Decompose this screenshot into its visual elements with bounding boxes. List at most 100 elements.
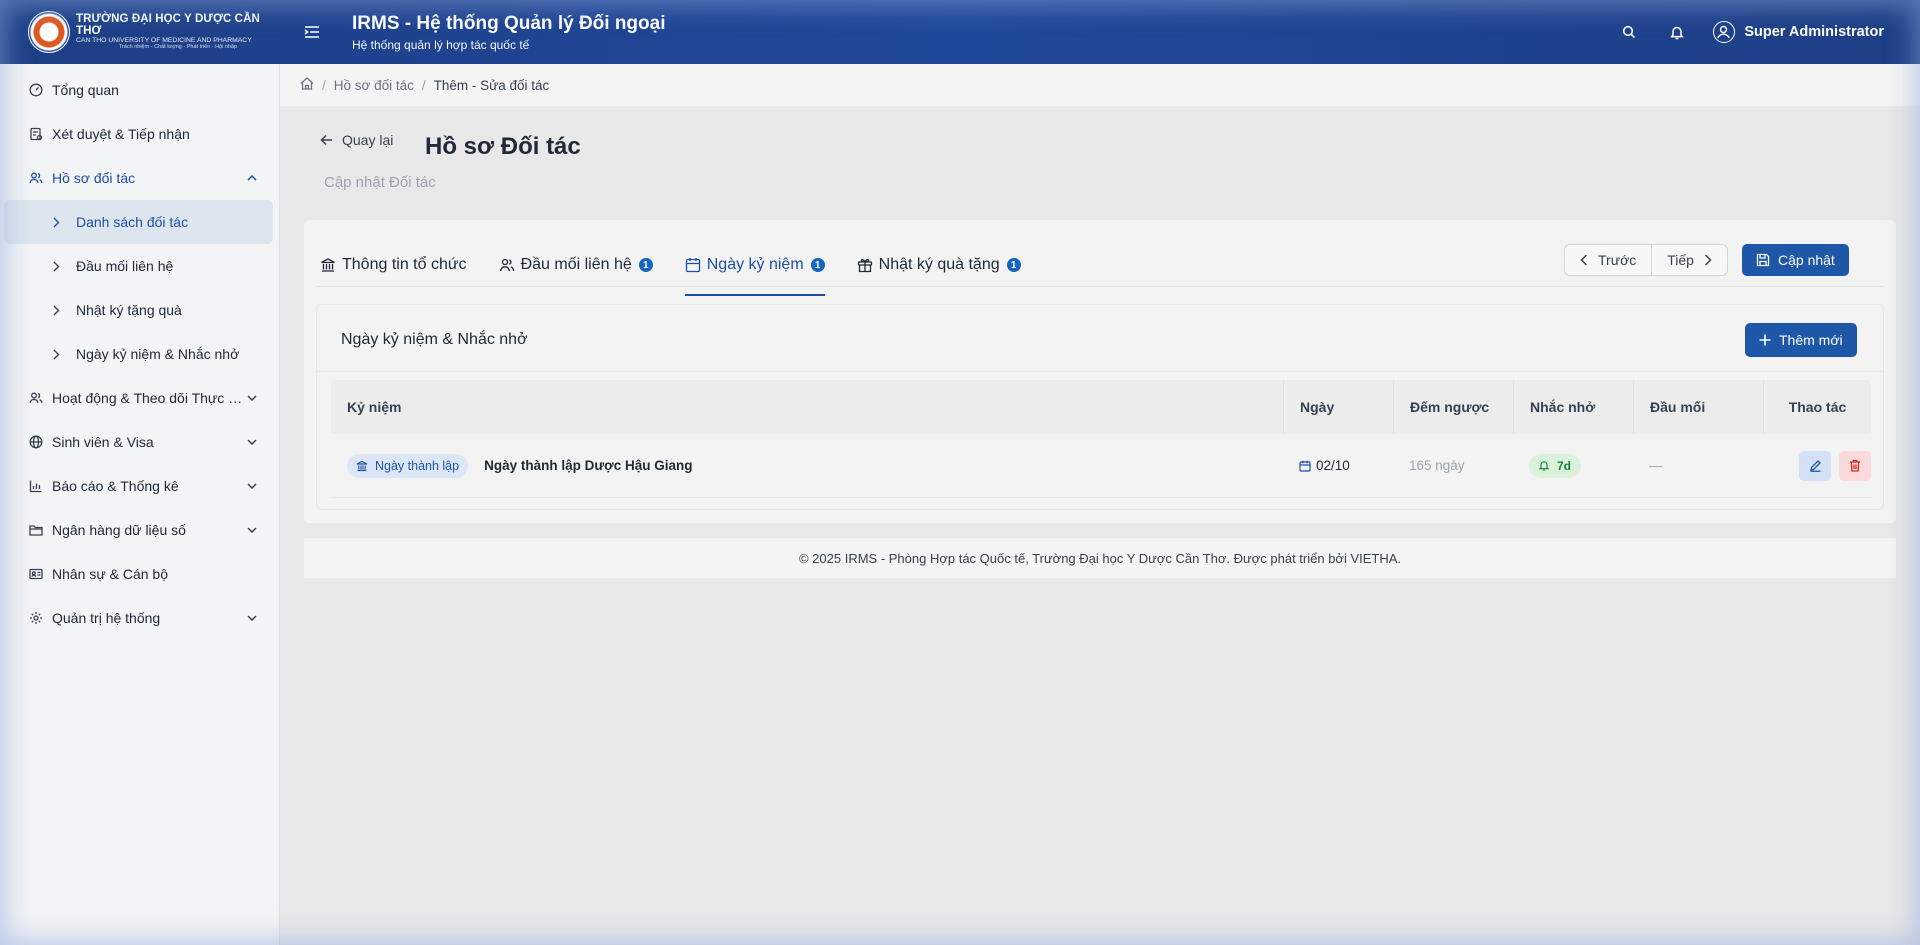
id-card-icon (28, 566, 44, 582)
dashboard-icon (28, 82, 44, 98)
sidebar-item-activities[interactable]: Hoạt động & Theo dõi Thực hiện (0, 376, 279, 420)
chevron-down-icon (245, 435, 259, 449)
folder-icon (28, 522, 44, 538)
bank-icon (320, 257, 336, 273)
col-anniversary[interactable]: Kỷ niệm (331, 399, 1283, 415)
users-icon (28, 170, 44, 186)
app-subtitle: Hệ thống quản lý hợp tác quốc tế (352, 37, 530, 52)
search-icon[interactable] (1605, 0, 1653, 64)
tab-badge: 1 (1006, 258, 1021, 272)
sidebar-subitem-partner-list[interactable]: Danh sách đối tác (4, 200, 273, 244)
logo-line-1: TRƯỜNG ĐẠI HỌC Y DƯỢC CẦN THƠ (76, 12, 260, 38)
sidebar-item-staff[interactable]: Nhân sự & Cán bộ (0, 552, 279, 596)
section-title: Ngày kỷ niệm & Nhắc nhở (341, 331, 528, 348)
user-name: Super Administrator (1744, 24, 1884, 40)
chevron-right-icon (53, 217, 67, 228)
anniversary-section: Ngày kỷ niệm & Nhắc nhở Thêm mới Kỷ niệm… (316, 304, 1884, 510)
menu-icon[interactable] (280, 0, 344, 64)
breadcrumb-current: Thêm - Sửa đối tác (433, 77, 550, 93)
col-actions: Thao tác (1763, 380, 1871, 434)
chevron-right-icon (1704, 254, 1712, 266)
bar-chart-icon (28, 478, 44, 494)
anniversary-table: Kỷ niệm Ngày Đếm ngược Nhắc nhở Đầu mối … (331, 380, 1871, 498)
footer: © 2025 IRMS - Phòng Hợp tác Quốc tế, Trư… (304, 538, 1896, 578)
partner-form-card: Thông tin tổ chức Đầu mối liên hệ 1 Ngày… (304, 220, 1896, 523)
chevron-down-icon (245, 391, 259, 405)
trash-icon (1850, 459, 1860, 472)
tab-gift-log[interactable]: Nhật ký quà tặng 1 (857, 244, 1021, 286)
users-icon (499, 257, 515, 273)
tab-badge: 1 (810, 258, 825, 272)
top-header: TRƯỜNG ĐẠI HỌC Y DƯỢC CẦN THƠ CAN THO UN… (0, 0, 1920, 64)
reminder-badge: 7d (1529, 453, 1582, 478)
sidebar-item-review[interactable]: Xét duyệt & Tiếp nhận (0, 112, 279, 156)
event-contact: — (1649, 458, 1663, 473)
chevron-right-icon (53, 261, 67, 272)
sidebar-subitem-gift-log[interactable]: Nhật ký tặng quà (0, 288, 279, 332)
university-seal-icon (28, 11, 70, 53)
event-date: 02/10 (1316, 458, 1350, 473)
sidebar-item-overview[interactable]: Tổng quan (0, 68, 279, 112)
user-menu[interactable]: Super Administrator (1713, 21, 1884, 43)
home-icon[interactable] (300, 77, 314, 93)
prev-button[interactable]: Trước (1565, 245, 1651, 275)
tab-contacts[interactable]: Đầu mối liên hệ 1 (499, 244, 653, 286)
col-reminder[interactable]: Nhắc nhở (1513, 380, 1633, 434)
arrow-left-icon (320, 134, 332, 146)
chevron-left-icon (1580, 254, 1588, 266)
sidebar-item-system-admin[interactable]: Quản trị hệ thống (0, 596, 279, 640)
bell-icon[interactable] (1653, 0, 1701, 64)
page-subtitle: Cập nhật Đối tác (324, 174, 436, 191)
logo-line-3: Trách nhiệm - Chất lượng - Phát triển - … (118, 44, 238, 51)
sidebar-item-partners[interactable]: Hồ sơ đối tác (0, 156, 279, 200)
record-pager: Trước Tiếp (1564, 244, 1728, 276)
user-circle-icon (1713, 21, 1736, 43)
breadcrumb: / Hồ sơ đối tác / Thêm - Sửa đối tác (280, 64, 1920, 106)
globe-icon (28, 434, 44, 450)
col-date[interactable]: Ngày (1283, 380, 1393, 434)
edit-button[interactable] (1799, 450, 1831, 481)
gear-icon (28, 610, 44, 626)
col-contact[interactable]: Đầu mối (1633, 380, 1763, 434)
chevron-right-icon (53, 349, 67, 360)
tab-badge: 1 (638, 258, 653, 272)
pencil-icon (1809, 460, 1821, 472)
col-countdown[interactable]: Đếm ngược (1393, 380, 1513, 434)
table-header: Kỷ niệm Ngày Đếm ngược Nhắc nhở Đầu mối … (331, 380, 1871, 434)
update-button[interactable]: Cập nhật (1742, 244, 1849, 276)
sidebar-item-data-bank[interactable]: Ngân hàng dữ liệu số (0, 508, 279, 552)
event-countdown: 165 ngày (1409, 458, 1465, 473)
sidebar-item-reports[interactable]: Báo cáo & Thống kê (0, 464, 279, 508)
gift-icon (857, 257, 873, 273)
chevron-down-icon (245, 479, 259, 493)
event-type-tag: Ngày thành lập (347, 453, 469, 478)
tab-organization-info[interactable]: Thông tin tổ chức (320, 244, 467, 286)
plus-icon (1759, 334, 1771, 346)
sidebar-subitem-anniversaries[interactable]: Ngày kỷ niệm & Nhắc nhở (0, 332, 279, 376)
clipboard-icon (28, 126, 44, 142)
chevron-down-icon (245, 523, 259, 537)
back-button[interactable]: Quay lại (320, 132, 393, 148)
bank-icon (356, 460, 369, 472)
chevron-up-icon (245, 171, 259, 185)
event-name: Ngày thành lập Dược Hậu Giang (484, 458, 693, 473)
calendar-icon (1299, 460, 1311, 472)
save-icon (1756, 253, 1770, 267)
tab-bar: Thông tin tổ chức Đầu mối liên hệ 1 Ngày… (320, 244, 1053, 296)
chevron-right-icon (53, 305, 67, 316)
delete-button[interactable] (1839, 450, 1871, 481)
sidebar-item-students-visa[interactable]: Sinh viên & Visa (0, 420, 279, 464)
app-title: IRMS - Hệ thống Quản lý Đối ngoại (352, 12, 666, 34)
table-row[interactable]: Ngày thành lập Ngày thành lập Dược Hậu G… (331, 434, 1871, 498)
add-new-button[interactable]: Thêm mới (1745, 323, 1857, 357)
chevron-down-icon (245, 611, 259, 625)
tab-anniversaries[interactable]: Ngày kỷ niệm 1 (684, 244, 825, 296)
next-button[interactable]: Tiếp (1651, 245, 1727, 275)
university-logo[interactable]: TRƯỜNG ĐẠI HỌC Y DƯỢC CẦN THƠ CAN THO UN… (0, 0, 280, 64)
page-title: Hồ sơ Đối tác (425, 133, 581, 160)
breadcrumb-partners[interactable]: Hồ sơ đối tác (334, 78, 414, 93)
sidebar-subitem-contacts[interactable]: Đầu mối liên hệ (0, 244, 279, 288)
activity-icon (28, 390, 44, 406)
bell-icon (1539, 460, 1550, 471)
sidebar: Tổng quan Xét duyệt & Tiếp nhận Hồ sơ đố… (0, 64, 280, 945)
